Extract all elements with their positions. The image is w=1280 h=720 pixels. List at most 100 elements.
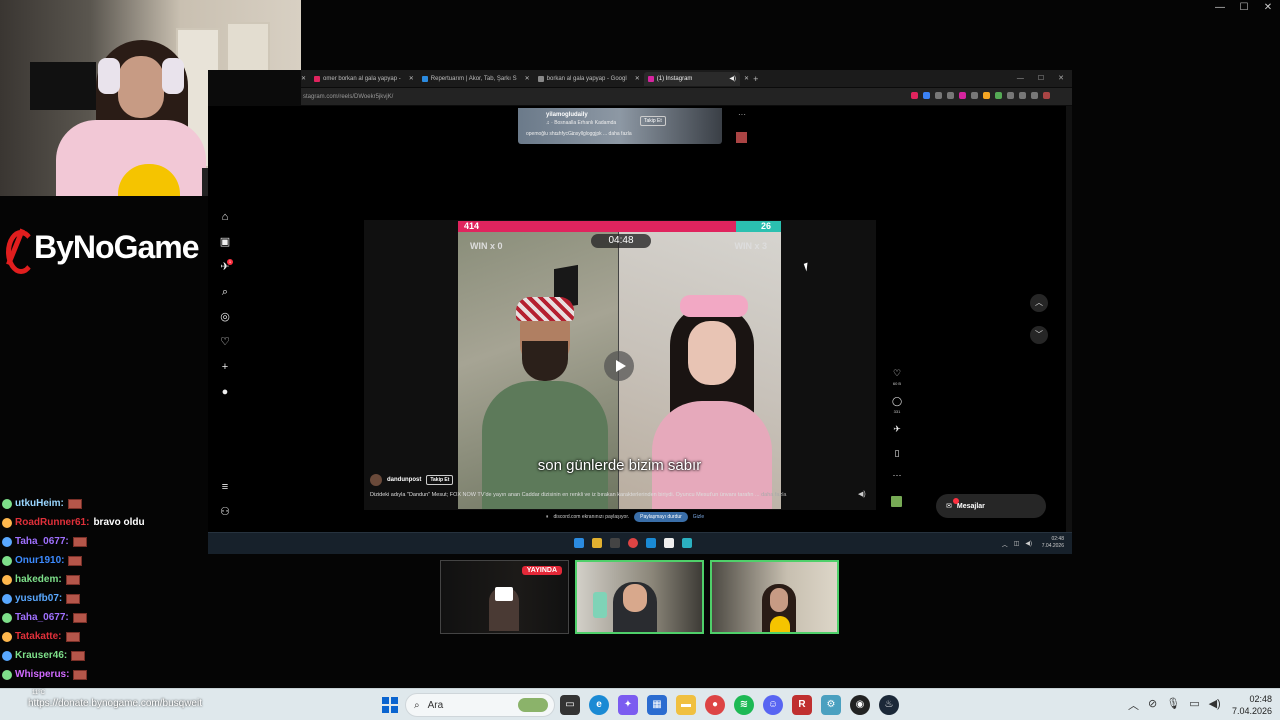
- network-icon[interactable]: ⊘: [1148, 697, 1157, 713]
- tab-favicon-icon: [647, 75, 654, 82]
- follow-button[interactable]: Takip Et: [426, 475, 454, 485]
- heart-icon[interactable]: ♡: [218, 335, 232, 349]
- browser-tab[interactable]: borkan al gala yapyap - Googl: [534, 72, 631, 86]
- new-tab-button[interactable]: +: [753, 74, 758, 84]
- chrome-icon[interactable]: ●: [705, 695, 725, 715]
- tab-audio-icon[interactable]: ◀): [729, 75, 736, 82]
- explorer-icon[interactable]: ▬: [676, 695, 696, 715]
- play-icon[interactable]: [604, 351, 634, 381]
- tab-close-icon[interactable]: ✕: [744, 75, 749, 82]
- taskbar-clock[interactable]: 02:48 7.04.2026: [1226, 693, 1272, 717]
- chat-username[interactable]: Taha_0677:: [15, 612, 69, 623]
- previous-reel-button[interactable]: ︿: [1030, 294, 1048, 312]
- chat-username[interactable]: Tatakatte:: [15, 631, 62, 642]
- stop-sharing-button[interactable]: Paylaşmayı durdur: [634, 512, 688, 522]
- reels-icon[interactable]: ▣: [218, 235, 232, 249]
- inner-terminal-icon[interactable]: [610, 538, 620, 548]
- search-placeholder: Ara: [427, 699, 444, 711]
- taskbar-search[interactable]: ⌕ Ara: [405, 693, 555, 717]
- chat-username[interactable]: utkuHeim:: [15, 498, 64, 509]
- settings-icon[interactable]: ⚙: [821, 695, 841, 715]
- previous-reel[interactable]: yilamogludaily ♫ · Bosnaalla Erhanlı Kad…: [518, 108, 722, 144]
- address-bar[interactable]: stagram.com/reels/DWoekr5jkvjK/: [301, 88, 1072, 105]
- prev-reel-audio[interactable]: ♫ · Bosnaalla Erhanlı Kadamda: [546, 120, 616, 126]
- more-icon[interactable]: ···: [890, 470, 904, 480]
- spotify-icon[interactable]: ≋: [734, 695, 754, 715]
- chat-username[interactable]: RoadRunner61:: [15, 517, 89, 528]
- search-icon[interactable]: ⌕: [218, 285, 232, 299]
- next-reel-button[interactable]: ﹀: [1030, 326, 1048, 344]
- profile-icon[interactable]: ●: [218, 385, 232, 399]
- menu-icon[interactable]: ≡: [218, 480, 232, 494]
- avatar[interactable]: [370, 474, 382, 486]
- tab-close-icon[interactable]: ✕: [409, 75, 414, 82]
- caption-more-link[interactable]: daha fazla: [761, 492, 786, 498]
- copilot-icon[interactable]: ✦: [618, 695, 638, 715]
- chat-username[interactable]: Onur1910:: [15, 555, 64, 566]
- prev-follow-button[interactable]: Takip Et: [640, 116, 666, 126]
- home-icon[interactable]: ⌂: [218, 210, 232, 224]
- mic-icon[interactable]: 🎙︎: [1166, 697, 1180, 713]
- tab-close-icon[interactable]: ✕: [635, 75, 640, 82]
- chat-username[interactable]: Whisperus:: [15, 669, 69, 680]
- close-icon[interactable]: ✕: [1256, 0, 1280, 16]
- logo-text: ByNoGame: [34, 228, 199, 265]
- inner-tray: ︿ ◫ ◀): [1001, 541, 1032, 549]
- share-icon[interactable]: ✈: [890, 424, 904, 435]
- maximize-icon[interactable]: ☐: [1232, 0, 1256, 16]
- riot-icon[interactable]: R: [792, 695, 812, 715]
- browser-close-icon[interactable]: ✕: [1058, 70, 1064, 87]
- chat-username[interactable]: hakedem:: [15, 574, 62, 585]
- create-icon[interactable]: +: [218, 360, 232, 374]
- inner-file-icon[interactable]: [664, 538, 674, 548]
- edge-icon[interactable]: e: [589, 695, 609, 715]
- reel-video[interactable]: 414 26 WIN x 0 WIN x 3 04:48 son günlerd…: [458, 221, 781, 509]
- audio-thumb[interactable]: [891, 496, 902, 507]
- discord-icon[interactable]: ☺: [763, 695, 783, 715]
- reel-username[interactable]: dandunpost: [387, 477, 421, 483]
- prev-audio-thumb[interactable]: [736, 132, 747, 143]
- messages-button[interactable]: ✉ Mesajlar: [936, 494, 1046, 518]
- mute-icon[interactable]: ◀): [858, 490, 866, 498]
- inner-chrome-icon[interactable]: [628, 538, 638, 548]
- browser-maximize-icon[interactable]: ☐: [1038, 70, 1044, 87]
- volume-icon[interactable]: ◀): [1209, 697, 1221, 713]
- guest-cam-2[interactable]: [575, 560, 704, 634]
- explore-icon[interactable]: ◎: [218, 310, 232, 324]
- minimize-icon[interactable]: —: [1208, 0, 1232, 16]
- prev-reel-username[interactable]: yilamogludaily: [546, 112, 588, 118]
- browser-tab[interactable]: Repertuarım | Akor, Tab, Şarkı S: [418, 72, 521, 86]
- comment-icon[interactable]: ◯: [890, 396, 904, 407]
- guest-cam-1[interactable]: YAYINDA: [440, 560, 569, 634]
- tab-label: (1) Instagram: [656, 75, 693, 82]
- start-icon[interactable]: [382, 697, 398, 713]
- store-icon[interactable]: ▦: [647, 695, 667, 715]
- tab-close-icon[interactable]: ✕: [525, 75, 530, 82]
- browser-tab[interactable]: (1) Instagram ◀): [643, 71, 741, 86]
- task-view-icon[interactable]: ▭: [560, 695, 580, 715]
- meta-icon[interactable]: ⚇: [218, 505, 232, 519]
- comment-count: 331: [893, 409, 901, 414]
- steam-icon[interactable]: ♨: [879, 695, 899, 715]
- instagram-page: ⌂ ▣ ✈ 1 ⌕ ◎ ♡ + ● ≡ ⚇ yilamogludaily ♫ ·…: [208, 106, 1072, 532]
- inner-folder-icon[interactable]: [592, 538, 602, 548]
- chat-username[interactable]: yusufb07:: [15, 593, 62, 604]
- inner-edge-icon[interactable]: [646, 538, 656, 548]
- tab-close-icon[interactable]: ✕: [301, 75, 306, 82]
- more-options-icon[interactable]: ···: [738, 110, 746, 119]
- chat-username[interactable]: Krauser46:: [15, 650, 67, 661]
- chat-username[interactable]: Taha_0677:: [15, 536, 69, 547]
- tray-overflow-icon[interactable]: ︿: [1128, 697, 1139, 713]
- like-icon[interactable]: ♡: [890, 368, 904, 379]
- page-scrollbar[interactable]: [1066, 106, 1072, 532]
- display-icon[interactable]: ▭: [1189, 697, 1199, 713]
- chat-badge-icon: [2, 536, 12, 547]
- obs-icon[interactable]: ◉: [850, 695, 870, 715]
- browser-tab[interactable]: omer borkan al gala yapyap -: [310, 72, 405, 86]
- hide-share-bar-button[interactable]: Gizle: [693, 514, 704, 520]
- browser-minimize-icon[interactable]: —: [1017, 70, 1024, 87]
- save-icon[interactable]: ▯: [890, 448, 904, 459]
- guest-cam-3[interactable]: [710, 560, 839, 634]
- inner-start-icon[interactable]: [574, 538, 584, 548]
- inner-app-icon[interactable]: [682, 538, 692, 548]
